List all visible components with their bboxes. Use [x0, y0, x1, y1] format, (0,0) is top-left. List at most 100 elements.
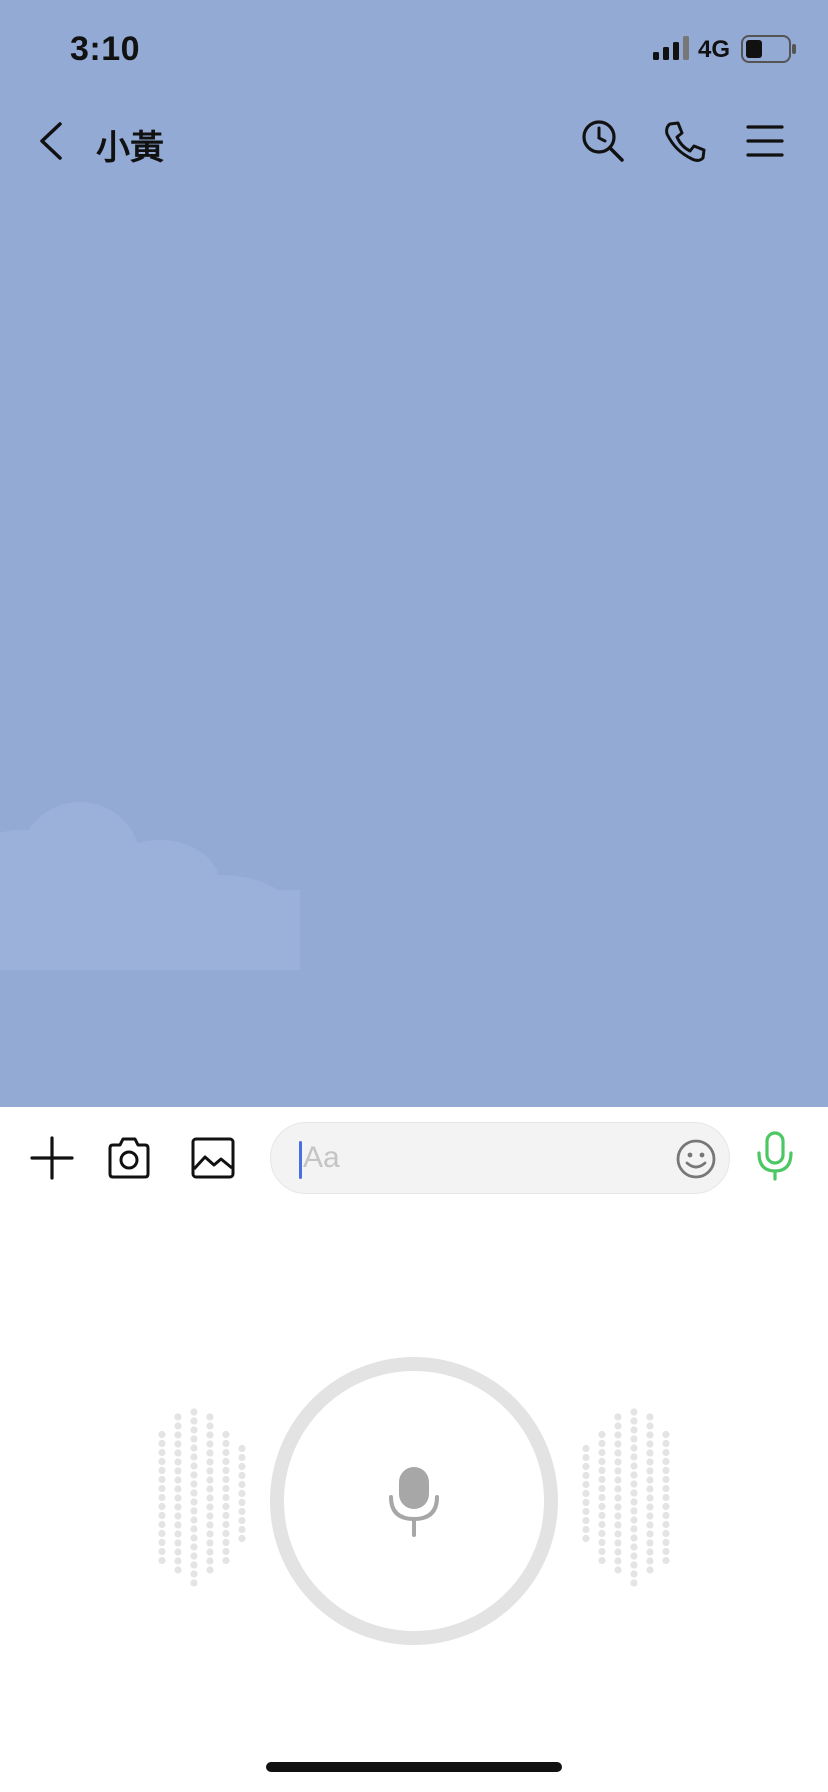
sound-dot [206, 1467, 214, 1475]
sound-dot [238, 1453, 246, 1462]
sound-dot [222, 1520, 230, 1529]
plus-icon[interactable] [29, 1135, 75, 1181]
sound-dot [662, 1511, 670, 1520]
sound-dot [190, 1489, 198, 1497]
smiley-icon[interactable] [675, 1138, 717, 1180]
sound-dot [646, 1494, 654, 1502]
sound-dot [598, 1520, 606, 1529]
sound-dot [206, 1494, 214, 1502]
sound-dot [174, 1557, 182, 1565]
sound-dot [158, 1493, 166, 1502]
sound-dot [222, 1439, 230, 1448]
sound-dot [614, 1521, 622, 1529]
sound-dot [222, 1493, 230, 1502]
sound-dot [582, 1507, 590, 1516]
sound-dot [206, 1521, 214, 1529]
message-input-container[interactable] [270, 1122, 730, 1194]
text-cursor [299, 1141, 302, 1179]
sound-dot [238, 1516, 246, 1525]
cellular-signal-icon [653, 36, 689, 60]
sound-dot [158, 1547, 166, 1556]
sound-dot [614, 1440, 622, 1448]
sound-dot [174, 1422, 182, 1430]
sound-dot [598, 1502, 606, 1511]
sound-dot [630, 1534, 638, 1542]
sound-dot [614, 1548, 622, 1556]
sound-dot [206, 1557, 214, 1565]
sound-dot [158, 1502, 166, 1511]
sound-dot [598, 1547, 606, 1556]
phone-call-icon[interactable] [662, 118, 708, 164]
sound-dot [582, 1480, 590, 1489]
sound-dot [598, 1538, 606, 1547]
sound-dot [206, 1440, 214, 1448]
chat-header: 小黃 [0, 100, 828, 182]
sound-dot [206, 1431, 214, 1439]
sound-dot [174, 1503, 182, 1511]
menu-icon[interactable] [742, 118, 788, 164]
sound-dot [158, 1529, 166, 1538]
sound-dot [206, 1476, 214, 1484]
sound-dot [646, 1440, 654, 1448]
sound-dot [646, 1548, 654, 1556]
sound-dot [158, 1475, 166, 1484]
sound-dot [598, 1484, 606, 1493]
sound-dot [646, 1449, 654, 1457]
sound-dot [222, 1484, 230, 1493]
sound-dot [190, 1507, 198, 1515]
sound-dot [158, 1511, 166, 1520]
sound-dot [206, 1422, 214, 1430]
sound-dot [190, 1498, 198, 1506]
sound-dot [630, 1462, 638, 1470]
sound-dot [582, 1453, 590, 1462]
sound-dot [598, 1511, 606, 1520]
sound-dot [598, 1475, 606, 1484]
sound-dot [190, 1435, 198, 1443]
chat-title: 小黃 [96, 129, 164, 167]
sound-dot [206, 1485, 214, 1493]
sound-dot [582, 1498, 590, 1507]
sound-dot [630, 1543, 638, 1551]
sound-dot [190, 1570, 198, 1578]
sound-dot [662, 1493, 670, 1502]
sound-dot [222, 1502, 230, 1511]
home-indicator [266, 1762, 562, 1772]
sound-dot [174, 1485, 182, 1493]
sound-dot [630, 1453, 638, 1461]
sound-dot [174, 1431, 182, 1439]
microphone-icon[interactable] [755, 1131, 795, 1181]
sound-dot [614, 1512, 622, 1520]
sound-dot [222, 1511, 230, 1520]
sound-dot [630, 1516, 638, 1524]
sound-dot [174, 1476, 182, 1484]
sound-dot [614, 1503, 622, 1511]
sound-dot [630, 1579, 638, 1587]
sound-dot [630, 1435, 638, 1443]
sound-dot [630, 1498, 638, 1506]
sound-dot [614, 1476, 622, 1484]
sound-dot [206, 1548, 214, 1556]
record-button[interactable] [270, 1357, 558, 1645]
message-toolbar [0, 1107, 828, 1211]
image-icon[interactable] [190, 1135, 236, 1181]
history-search-icon[interactable] [580, 118, 626, 164]
sound-dot [614, 1557, 622, 1565]
sound-dot [646, 1512, 654, 1520]
sound-dot [662, 1502, 670, 1511]
camera-icon[interactable] [106, 1135, 152, 1181]
sound-dot [630, 1561, 638, 1569]
sound-dot [238, 1498, 246, 1507]
sound-dot [646, 1530, 654, 1538]
sound-dot [238, 1489, 246, 1498]
message-input[interactable] [303, 1133, 633, 1183]
sound-dot [190, 1561, 198, 1569]
sound-dot [174, 1494, 182, 1502]
sound-dot [174, 1413, 182, 1421]
sound-dot [174, 1530, 182, 1538]
back-button[interactable] [30, 118, 74, 164]
sound-dot [614, 1449, 622, 1457]
left-sound-wave-dots [158, 1408, 246, 1587]
sound-dot [174, 1440, 182, 1448]
sound-dot [630, 1507, 638, 1515]
sound-dot [190, 1525, 198, 1533]
